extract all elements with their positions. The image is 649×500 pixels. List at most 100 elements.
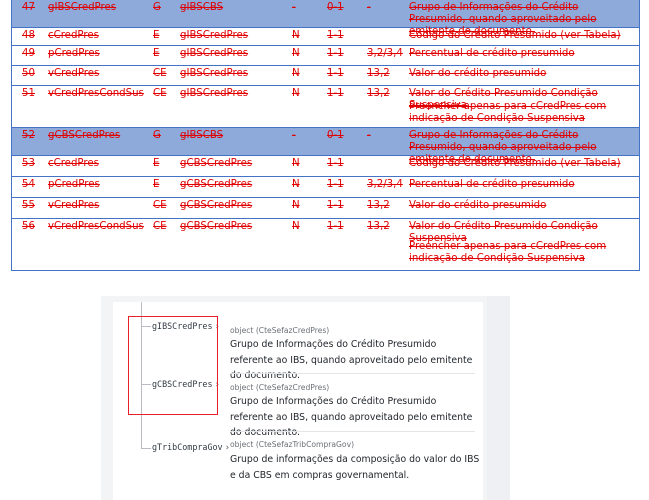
cardinality: 1-1 xyxy=(327,48,344,59)
field-note: Preencher apenas para cCredPres com indi… xyxy=(409,241,607,264)
field-name: cCredPres xyxy=(48,30,99,41)
parent-group: gIBSCredPres xyxy=(180,30,249,41)
cardinality: 1-1 xyxy=(327,88,344,99)
field-name: cCredPres xyxy=(48,158,99,169)
field-format: N xyxy=(292,48,300,59)
property-description: Grupo de Informações do Crédito Presumid… xyxy=(230,339,473,381)
field-format: N xyxy=(292,158,300,169)
field-type: E xyxy=(153,179,160,190)
property-divider xyxy=(230,373,475,374)
field-description: Código do Crédito Presumido (ver Tabela) xyxy=(409,30,621,41)
field-name: gIBSCredPres xyxy=(48,2,117,13)
table-row: 48 cCredPres E gIBSCredPres N 1-1 Código… xyxy=(12,28,639,46)
property-description: Grupo de Informações do Crédito Presumid… xyxy=(230,396,473,438)
field-description: Valor do crédito presumido xyxy=(409,200,547,211)
cardinality: 1-1 xyxy=(327,158,344,169)
cardinality: 1-1 xyxy=(327,68,344,79)
table-row: 51 vCredPresCondSus CE gIBSCredPres N 1-… xyxy=(12,86,639,128)
cardinality: 0-1 xyxy=(327,130,344,141)
property-gtribcompragov[interactable]: gTribCompraGov › xyxy=(152,442,229,453)
field-note: Preencher apenas para cCredPres com indi… xyxy=(409,101,607,124)
field-type: CE xyxy=(153,88,167,99)
field-size: 13,2 xyxy=(367,200,390,211)
table-row: 50 vCredPres CE gIBSCredPres N 1-1 13,2 … xyxy=(12,66,639,86)
field-format: N xyxy=(292,200,300,211)
field-type: CE xyxy=(153,221,167,232)
field-size: 3,2/3,4 xyxy=(367,179,403,190)
field-format: N xyxy=(292,88,300,99)
row-number: 50 xyxy=(22,68,35,79)
field-type: CE xyxy=(153,68,167,79)
field-format: N xyxy=(292,68,300,79)
field-description: Percentual de crédito presumido xyxy=(409,48,575,59)
field-format: - xyxy=(292,130,296,141)
field-format: - xyxy=(292,2,296,13)
field-name: pCredPres xyxy=(48,48,100,59)
row-number: 47 xyxy=(22,2,35,13)
parent-group: gCBSCredPres xyxy=(180,158,253,169)
field-description: Percentual de crédito presumido xyxy=(409,179,575,190)
field-type: E xyxy=(153,48,160,59)
parent-group: gIBSCredPres xyxy=(180,68,249,79)
field-format: N xyxy=(292,179,300,190)
cardinality: 1-1 xyxy=(327,221,344,232)
field-type: CE xyxy=(153,200,167,211)
row-number: 53 xyxy=(22,158,35,169)
table-row: 56 vCredPresCondSus CE gCBSCredPres N 1-… xyxy=(12,219,639,271)
panel-right-gutter xyxy=(487,296,510,500)
row-number: 55 xyxy=(22,200,35,211)
property-type: object (CteSefazCredPres) xyxy=(230,326,330,335)
parent-group: gCBSCredPres xyxy=(180,179,253,190)
property-divider xyxy=(230,431,475,432)
parent-group: gIBSCBS xyxy=(180,2,224,13)
row-number: 51 xyxy=(22,88,35,99)
field-format: N xyxy=(292,30,300,41)
field-type: G xyxy=(153,130,161,141)
field-name: vCredPresCondSus xyxy=(48,88,144,99)
row-number: 48 xyxy=(22,30,35,41)
table-row: 53 cCredPres E gCBSCredPres N 1-1 Código… xyxy=(12,156,639,177)
tree-branch-tick xyxy=(141,448,151,449)
field-size: - xyxy=(367,130,371,141)
parent-group: gIBSCredPres xyxy=(180,48,249,59)
tree-guide-line xyxy=(141,436,142,448)
field-name: pCredPres xyxy=(48,179,100,190)
table-row: 52 gCBSCredPres G gIBSCBS - 0-1 - Grupo … xyxy=(12,128,639,165)
field-description: Valor do crédito presumido xyxy=(409,68,547,79)
cardinality: 1-1 xyxy=(327,179,344,190)
property-type: object (CteSefazTribCompraGov) xyxy=(230,440,355,449)
property-description: Grupo de informações da composição do va… xyxy=(230,454,480,481)
table-row: 54 pCredPres E gCBSCredPres N 1-1 3,2/3,… xyxy=(12,177,639,198)
field-type: G xyxy=(153,2,161,13)
parent-group: gCBSCredPres xyxy=(180,200,253,211)
row-number: 54 xyxy=(22,179,35,190)
field-size: 13,2 xyxy=(367,68,390,79)
field-size: 13,2 xyxy=(367,88,390,99)
table-row: 49 pCredPres E gIBSCredPres N 1-1 3,2/3,… xyxy=(12,46,639,66)
parent-group: gCBSCredPres xyxy=(180,221,253,232)
field-size: 13,2 xyxy=(367,221,390,232)
field-name: vCredPres xyxy=(48,200,100,211)
highlight-annotation-box xyxy=(128,316,218,415)
field-size: 3,2/3,4 xyxy=(367,48,403,59)
field-type: E xyxy=(153,158,160,169)
row-number: 56 xyxy=(22,221,35,232)
table-row: 55 vCredPres CE gCBSCredPres N 1-1 13,2 … xyxy=(12,198,639,219)
table-row: 47 gIBSCredPres G gIBSCBS - 0-1 - Grupo … xyxy=(12,0,639,37)
field-name: gCBSCredPres xyxy=(48,130,121,141)
cardinality: 1-1 xyxy=(327,200,344,211)
field-format: N xyxy=(292,221,300,232)
field-type: E xyxy=(153,30,160,41)
field-description: Código do Crédito Presumido (ver Tabela) xyxy=(409,158,621,169)
field-size: - xyxy=(367,2,371,13)
row-number: 49 xyxy=(22,48,35,59)
property-type: object (CteSefazCredPres) xyxy=(230,383,330,392)
parent-group: gIBSCredPres xyxy=(180,88,249,99)
field-spec-table: 47 gIBSCredPres G gIBSCBS - 0-1 - Grupo … xyxy=(11,0,640,271)
cardinality: 0-1 xyxy=(327,2,344,13)
field-name: vCredPres xyxy=(48,68,100,79)
cardinality: 1-1 xyxy=(327,30,344,41)
parent-group: gIBSCBS xyxy=(180,130,224,141)
field-name: vCredPresCondSus xyxy=(48,221,144,232)
chevron-right-icon[interactable]: › xyxy=(226,443,230,453)
